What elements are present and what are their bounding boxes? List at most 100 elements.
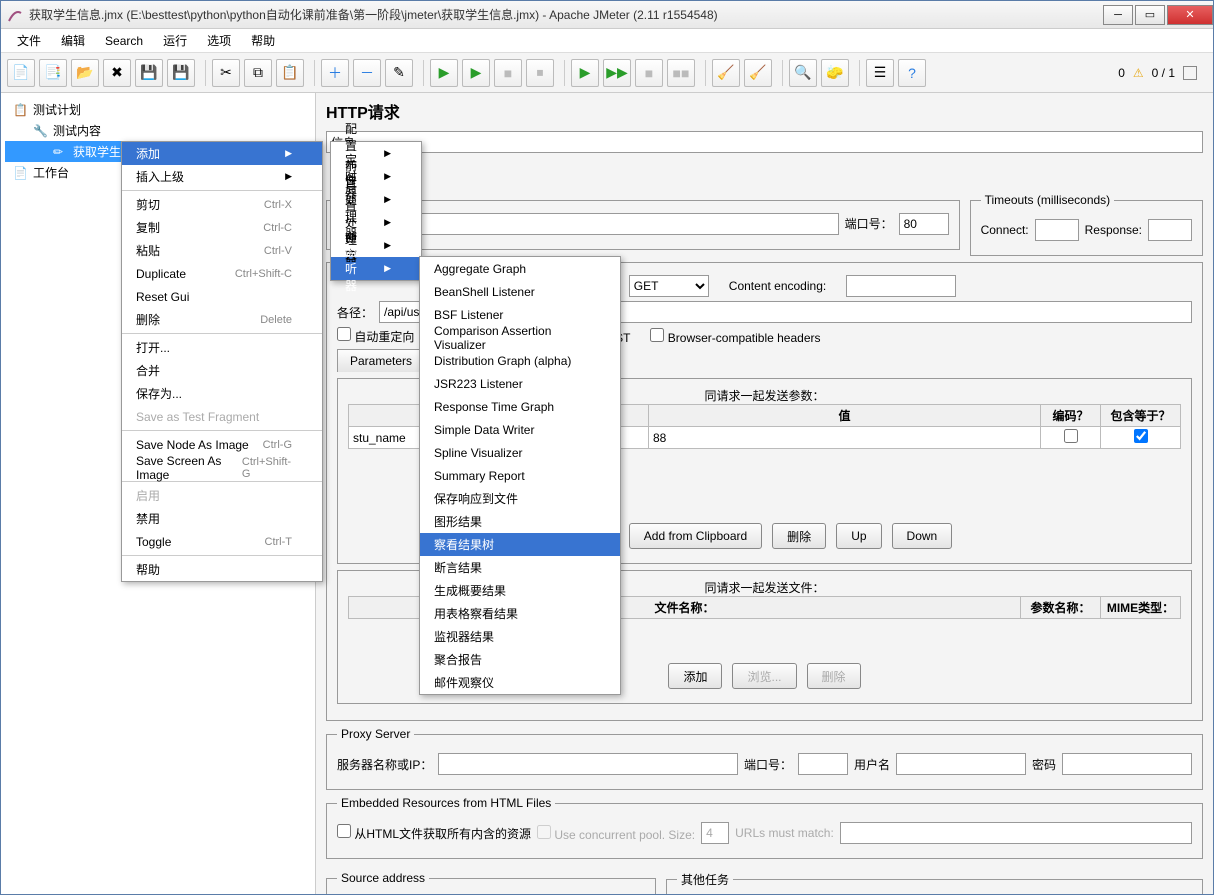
menu-run[interactable]: 运行 <box>153 29 197 52</box>
function-helper-icon[interactable]: ☰ <box>866 59 894 87</box>
maximize-button[interactable]: ▭ <box>1135 5 1165 25</box>
ctx-help[interactable]: 帮助 <box>122 558 322 581</box>
start-icon[interactable]: ▶ <box>430 59 458 87</box>
search-icon[interactable]: 🔍 <box>789 59 817 87</box>
close-button[interactable]: ✕ <box>1167 5 1213 25</box>
listener-item-0[interactable]: Aggregate Graph <box>420 257 620 280</box>
remote-stop-icon[interactable]: ■ <box>635 59 663 87</box>
down-button[interactable]: Down <box>892 523 953 549</box>
ctx-copy[interactable]: 复制Ctrl-C <box>122 216 322 239</box>
minimize-button[interactable]: ─ <box>1103 5 1133 25</box>
ctx-add[interactable]: 添加 <box>122 142 322 165</box>
sub-listener[interactable]: 监听器 <box>331 257 421 280</box>
source-legend: Source address <box>337 871 429 885</box>
menu-edit[interactable]: 编辑 <box>51 29 95 52</box>
clear-all-icon[interactable]: 🧹 <box>744 59 772 87</box>
ctx-saveas[interactable]: 保存为... <box>122 382 322 405</box>
status-box <box>1183 66 1197 80</box>
remote-stop-all-icon[interactable]: ■■ <box>667 59 695 87</box>
open-icon[interactable]: 📂 <box>71 59 99 87</box>
ctx-insert-parent[interactable]: 插入上级 <box>122 165 322 188</box>
connect-label: Connect: <box>981 223 1029 237</box>
cut-icon[interactable]: ✂ <box>212 59 240 87</box>
ctx-disable[interactable]: 禁用 <box>122 507 322 530</box>
close-icon[interactable]: ✖ <box>103 59 131 87</box>
listener-item-13[interactable]: 断言结果 <box>420 556 620 579</box>
ctx-delete[interactable]: 删除Delete <box>122 308 322 331</box>
test-plan-tree[interactable]: 📋测试计划 🔧测试内容 ✏获取学生信息 📄工作台 添加 插入上级 剪切Ctrl-… <box>1 93 316 894</box>
listener-item-7[interactable]: Simple Data Writer <box>420 418 620 441</box>
clear-icon[interactable]: 🧹 <box>712 59 740 87</box>
auto-redirect-checkbox[interactable]: 自动重定向 <box>337 327 414 345</box>
name-input[interactable] <box>326 131 1203 153</box>
start-notimers-icon[interactable]: ▶ <box>462 59 490 87</box>
help-icon[interactable]: ? <box>898 59 926 87</box>
proxy-user-input[interactable] <box>896 753 1026 775</box>
stop-icon[interactable]: ■ <box>494 59 522 87</box>
add-from-clipboard-button[interactable]: Add from Clipboard <box>629 523 762 549</box>
ctx-cut[interactable]: 剪切Ctrl-X <box>122 193 322 216</box>
connect-input[interactable] <box>1035 219 1079 241</box>
embed-pool-checkbox: Use concurrent pool. Size: <box>537 825 695 842</box>
expand-icon[interactable]: ＋ <box>321 59 349 87</box>
paste-icon[interactable]: 📋 <box>276 59 304 87</box>
response-input[interactable] <box>1148 219 1192 241</box>
reset-search-icon[interactable]: 🧽 <box>821 59 849 87</box>
port-input[interactable] <box>899 213 949 235</box>
shutdown-icon[interactable]: ⏹ <box>526 59 554 87</box>
ctx-reset-gui[interactable]: Reset Gui <box>122 285 322 308</box>
menu-help[interactable]: 帮助 <box>241 29 285 52</box>
listener-item-18[interactable]: 邮件观察仪 <box>420 671 620 694</box>
method-select[interactable]: GET <box>629 275 709 297</box>
listener-item-1[interactable]: BeanShell Listener <box>420 280 620 303</box>
ctx-save-fragment: Save as Test Fragment <box>122 405 322 428</box>
collapse-icon[interactable]: － <box>353 59 381 87</box>
listener-item-8[interactable]: Spline Visualizer <box>420 441 620 464</box>
ctx-open[interactable]: 打开... <box>122 336 322 359</box>
save-icon[interactable]: 💾 <box>135 59 163 87</box>
copy-icon[interactable]: ⧉ <box>244 59 272 87</box>
templates-icon[interactable]: 📑 <box>39 59 67 87</box>
listener-item-16[interactable]: 监视器结果 <box>420 625 620 648</box>
listener-item-5[interactable]: JSR223 Listener <box>420 372 620 395</box>
ctx-paste[interactable]: 粘贴Ctrl-V <box>122 239 322 262</box>
listener-item-14[interactable]: 生成概要结果 <box>420 579 620 602</box>
menu-options[interactable]: 选项 <box>197 29 241 52</box>
listener-item-15[interactable]: 用表格察看结果 <box>420 602 620 625</box>
proxy-server-input[interactable] <box>438 753 738 775</box>
listener-item-11[interactable]: 图形结果 <box>420 510 620 533</box>
include-checkbox[interactable] <box>1134 429 1148 443</box>
file-add-button[interactable]: 添加 <box>668 663 722 689</box>
tree-thread-group[interactable]: 🔧测试内容 <box>5 120 311 141</box>
embed-fetch-checkbox[interactable]: 从HTML文件获取所有内含的资源 <box>337 824 531 842</box>
menu-file[interactable]: 文件 <box>7 29 51 52</box>
listener-item-3[interactable]: Comparison Assertion Visualizer <box>420 326 620 349</box>
menu-search[interactable]: Search <box>95 31 153 51</box>
listener-item-10[interactable]: 保存响应到文件 <box>420 487 620 510</box>
urls-match-input[interactable] <box>840 822 1192 844</box>
browser-compat-checkbox[interactable]: Browser-compatible headers <box>650 328 820 345</box>
ctx-toggle[interactable]: ToggleCtrl-T <box>122 530 322 553</box>
encode-checkbox[interactable] <box>1064 429 1078 443</box>
saveas-icon[interactable]: 💾 <box>167 59 195 87</box>
listener-item-9[interactable]: Summary Report <box>420 464 620 487</box>
remote-start-all-icon[interactable]: ▶▶ <box>603 59 631 87</box>
ctx-duplicate[interactable]: DuplicateCtrl+Shift-C <box>122 262 322 285</box>
listener-item-6[interactable]: Response Time Graph <box>420 395 620 418</box>
tree-test-plan[interactable]: 📋测试计划 <box>5 99 311 120</box>
proxy-pass-input[interactable] <box>1062 753 1192 775</box>
encoding-input[interactable] <box>846 275 956 297</box>
ctx-merge[interactable]: 合并 <box>122 359 322 382</box>
parameters-tab[interactable]: Parameters <box>337 349 425 372</box>
remote-start-icon[interactable]: ▶ <box>571 59 599 87</box>
listener-item-17[interactable]: 聚合报告 <box>420 648 620 671</box>
up-button[interactable]: Up <box>836 523 881 549</box>
listener-item-4[interactable]: Distribution Graph (alpha) <box>420 349 620 372</box>
proxy-port-input[interactable] <box>798 753 848 775</box>
new-icon[interactable]: 📄 <box>7 59 35 87</box>
embed-legend: Embedded Resources from HTML Files <box>337 796 555 810</box>
delete-button[interactable]: 删除 <box>772 523 826 549</box>
toggle-icon[interactable]: ✎ <box>385 59 413 87</box>
listener-item-12[interactable]: 察看结果树 <box>420 533 620 556</box>
ctx-save-screen-image[interactable]: Save Screen As ImageCtrl+Shift-G <box>122 456 322 479</box>
